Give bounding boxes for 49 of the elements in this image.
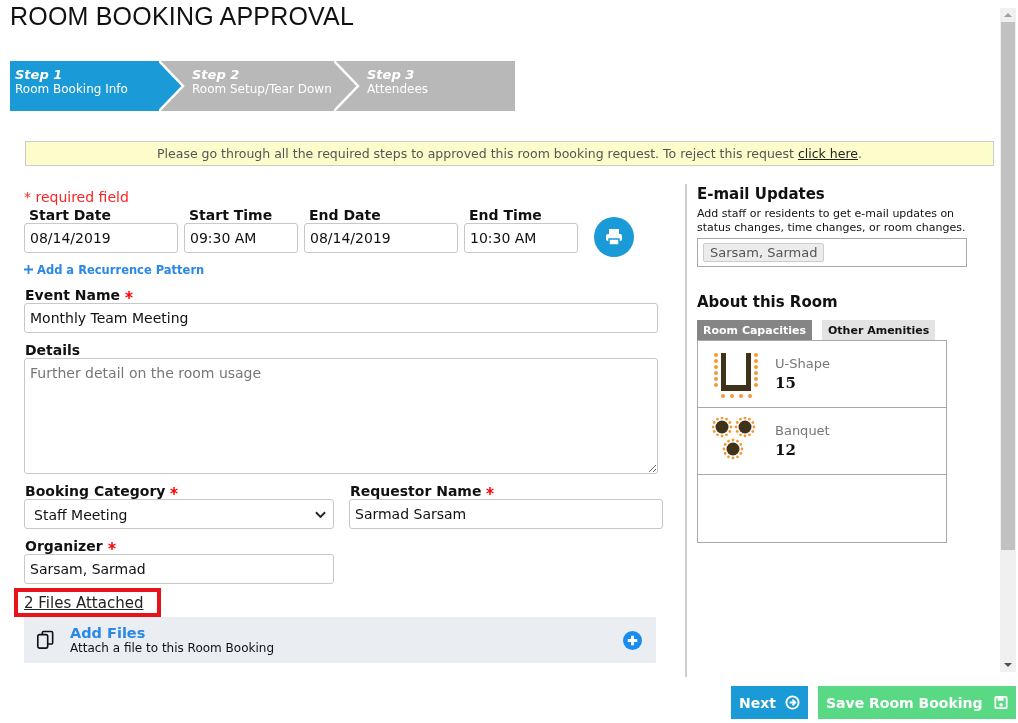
notice-text: Please go through all the required steps to approved this room booking request. To reject this request click here. xyxy=(157,146,862,161)
input-field[interactable]: 08/14/2019 xyxy=(304,223,458,253)
add-files-panel[interactable]: Add Files Attach a file to this Room Booking xyxy=(24,617,656,663)
field-label: End Time xyxy=(468,206,543,223)
u-shape-table-icon xyxy=(712,350,760,398)
layout-name: Banquet xyxy=(775,423,830,438)
field-label: Details xyxy=(25,341,81,358)
field-label: End Date xyxy=(308,206,382,223)
capacity-count: 15 xyxy=(775,374,797,392)
input-field[interactable]: 10:30 AM xyxy=(464,223,578,253)
layout-name: U-Shape xyxy=(775,356,830,371)
field-label: Booking Category xyxy=(25,482,166,499)
step-chevron xyxy=(159,61,185,111)
add-files-title: Add Files xyxy=(70,625,147,641)
details-textarea[interactable]: Further detail on the room usage xyxy=(24,358,658,474)
capacity-count: 12 xyxy=(775,441,797,459)
recipient-tag[interactable]: Sarsam, Sarmad xyxy=(703,243,825,262)
tab[interactable]: Other Amenities xyxy=(822,320,936,340)
arrow-circle-icon xyxy=(785,695,800,710)
print-button[interactable] xyxy=(594,217,634,257)
plus-icon xyxy=(24,265,33,274)
section-description: Add staff or residents to get e-mail updates on status changes, time changes, or room changes. xyxy=(697,207,967,235)
page-title: ROOM BOOKING APPROVAL xyxy=(10,2,356,32)
files-link[interactable]: 2 Files Attached xyxy=(24,594,144,612)
section-title: E-mail Updates xyxy=(697,185,826,203)
input-field[interactable]: Sarsam, Sarmad xyxy=(24,554,334,584)
plus-circle-icon xyxy=(623,630,642,650)
section-title: About this Room xyxy=(697,293,839,311)
chevron-down-icon xyxy=(315,511,326,519)
printer-icon xyxy=(604,227,624,247)
copy-icon xyxy=(36,630,54,650)
field-label: Start Time xyxy=(188,206,274,223)
add-files-subtitle: Attach a file to this Room Booking xyxy=(70,641,276,655)
input-field[interactable]: Sarmad Sarsam xyxy=(349,499,663,529)
recurrence-link[interactable]: Add a Recurrence Pattern xyxy=(24,263,205,277)
field-label: Organizer xyxy=(25,537,103,554)
input-field[interactable]: Monthly Team Meeting xyxy=(24,303,658,333)
reject-link[interactable]: click here xyxy=(797,146,858,161)
field-label: Start Date xyxy=(28,206,112,223)
recipients-field[interactable]: Sarsam, Sarmad xyxy=(697,238,967,267)
input-field[interactable]: 09:30 AM xyxy=(184,223,298,253)
field-label: Requestor Name xyxy=(350,482,482,499)
step-chevron xyxy=(334,61,360,111)
scrollbar[interactable] xyxy=(1000,8,1016,672)
tab[interactable]: Room Capacities xyxy=(697,320,812,340)
category-dropdown[interactable]: Staff Meeting xyxy=(24,499,334,529)
input-field[interactable]: 08/14/2019 xyxy=(24,223,178,253)
required-note: * required field xyxy=(24,189,130,205)
field-label: Event Name xyxy=(25,286,120,303)
